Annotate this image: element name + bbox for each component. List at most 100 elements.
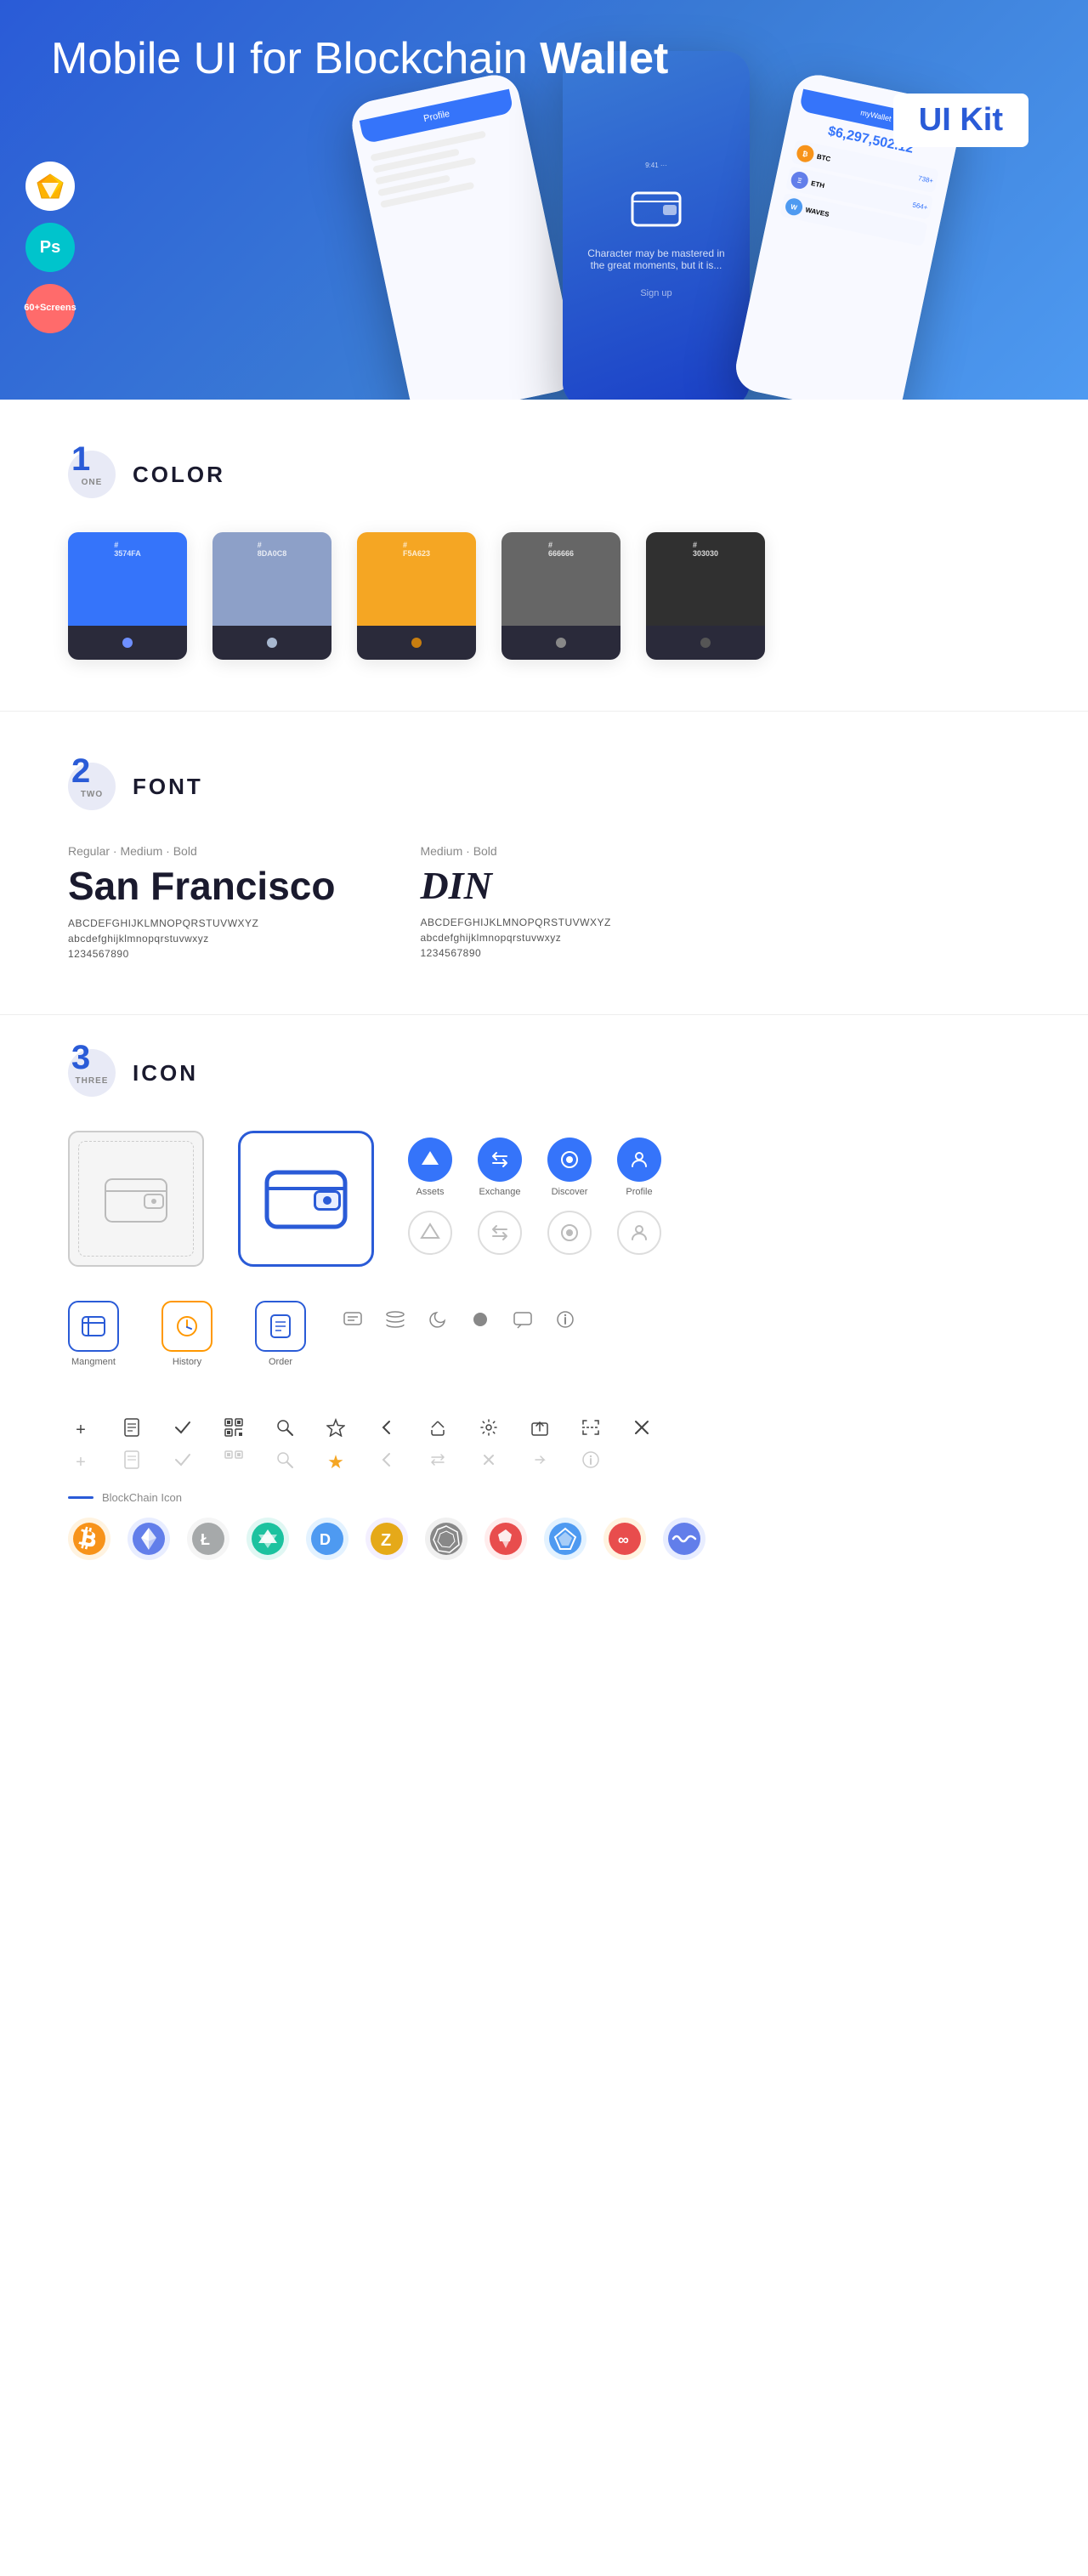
app-icon-history: History (162, 1301, 212, 1367)
hero-section: Mobile UI for Blockchain Wallet UI Kit P… (0, 0, 1088, 400)
din-numbers: 1234567890 (420, 947, 610, 959)
action-icons-filled: + (68, 1418, 1020, 1442)
screens-count: 60+ (24, 303, 40, 314)
icon-discover: Discover (547, 1138, 592, 1197)
font-examples: Regular · Medium · Bold San Francisco AB… (68, 844, 1020, 963)
sf-style-label: Regular · Medium · Bold (68, 844, 335, 858)
icon-scan (578, 1418, 604, 1442)
sketch-badge (26, 162, 75, 211)
icon-section-header: 3 THREE ICON (68, 1049, 1020, 1097)
icon-assets-outline (408, 1211, 452, 1260)
icon-profile-outline (617, 1211, 661, 1260)
icon-profile: Profile (617, 1138, 661, 1197)
ui-kit-badge: UI Kit (893, 94, 1028, 147)
section-number-3: 3 THREE (68, 1049, 116, 1097)
font-title: FONT (133, 774, 203, 800)
crypto-ark (484, 1518, 527, 1560)
color-card-blue: #3574FA (68, 532, 187, 660)
icon-chat (340, 1309, 366, 1335)
icon-plus: + (68, 1421, 94, 1440)
icon-message-bubble (510, 1309, 536, 1335)
app-icons-row: Mangment History Order (68, 1301, 306, 1367)
color-section-header: 1 ONE COLOR (68, 451, 1020, 498)
icon-section: 3 THREE ICON (0, 1015, 1088, 1611)
crypto-waves (663, 1518, 706, 1560)
sf-lowercase: abcdefghijklmnopqrstuvwxyz (68, 933, 335, 945)
phones-mockup: Profile 9:41 ··· Character may be master… (376, 68, 937, 400)
icon-document-outline (119, 1450, 144, 1474)
icon-document (119, 1418, 144, 1442)
icon-qr-outline (221, 1450, 246, 1474)
icon-close (629, 1418, 654, 1442)
icon-plus-outline: + (68, 1453, 94, 1472)
sf-numbers: 1234567890 (68, 948, 335, 960)
screens-badge: 60+ Screens (26, 284, 75, 333)
icon-circle-fill (468, 1309, 493, 1335)
icon-chevron-left (374, 1418, 400, 1442)
color-section: 1 ONE COLOR #3574FA #8DA0C8 #F5A623 #666… (0, 400, 1088, 711)
color-card-medium-gray: #666666 (502, 532, 620, 660)
color-card-gray-blue: #8DA0C8 (212, 532, 332, 660)
hero-title-bold: Wallet (540, 34, 668, 83)
font-din: Medium · Bold DIN ABCDEFGHIJKLMNOPQRSTUV… (420, 844, 610, 963)
sf-uppercase: ABCDEFGHIJKLMNOPQRSTUVWXYZ (68, 917, 335, 929)
din-name: DIN (420, 863, 610, 908)
font-section-header: 2 TWO FONT (68, 763, 1020, 810)
svg-text:Ł: Ł (201, 1531, 210, 1548)
icon-layers (382, 1309, 408, 1335)
icon-share (425, 1418, 450, 1442)
color-card-orange: #F5A623 (357, 532, 476, 660)
crypto-icons: Ł D Z ∞ (68, 1518, 1020, 1560)
icon-upload-box (527, 1418, 552, 1442)
sf-name: San Francisco (68, 863, 335, 909)
app-icon-management: Mangment (68, 1301, 119, 1367)
crypto-grid (425, 1518, 468, 1560)
blockchain-label: BlockChain Icon (68, 1491, 1020, 1504)
icon-assets: Assets (408, 1138, 452, 1197)
crypto-dash: D (306, 1518, 348, 1560)
icon-title: ICON (133, 1060, 198, 1087)
icon-exchange-outline (478, 1211, 522, 1260)
icon-check-outline (170, 1450, 196, 1474)
font-section: 2 TWO FONT Regular · Medium · Bold San F… (0, 712, 1088, 1014)
color-title: COLOR (133, 462, 225, 488)
app-icon-order: Order (255, 1301, 306, 1367)
icon-chevron-left-outline (374, 1450, 400, 1474)
crypto-nano (246, 1518, 289, 1560)
icon-settings (476, 1418, 502, 1442)
crypto-ethereum (128, 1518, 170, 1560)
icon-main-showcase: Assets Exchange Discover (68, 1131, 1020, 1267)
icon-arrows-outline (425, 1450, 450, 1474)
blockchain-text: BlockChain Icon (102, 1491, 182, 1504)
din-uppercase: ABCDEFGHIJKLMNOPQRSTUVWXYZ (420, 916, 610, 928)
crypto-bat: ∞ (604, 1518, 646, 1560)
icon-wireframe-wallet (68, 1131, 204, 1267)
icon-info-outline (578, 1450, 604, 1474)
section-number-1: 1 ONE (68, 451, 116, 498)
hero-title-regular: Mobile UI for Blockchain (51, 34, 540, 83)
crypto-diamond (544, 1518, 586, 1560)
icon-discover-outline (547, 1211, 592, 1260)
icon-search (272, 1418, 298, 1442)
section-number-2: 2 TWO (68, 763, 116, 810)
svg-text:D: D (320, 1531, 331, 1548)
nav-icons-group: Assets Exchange Discover (408, 1138, 661, 1260)
icon-qr (221, 1418, 246, 1442)
din-lowercase: abcdefghijklmnopqrstuvwxyz (420, 932, 610, 944)
crypto-litecoin: Ł (187, 1518, 230, 1560)
phone-center: 9:41 ··· Character may be mastered in th… (563, 51, 750, 400)
din-style-label: Medium · Bold (420, 844, 610, 858)
icon-arrow-right-outline (527, 1450, 552, 1474)
hero-badges: Ps 60+ Screens (26, 162, 75, 333)
svg-text:Z: Z (381, 1531, 391, 1550)
icon-star (323, 1418, 348, 1442)
crypto-bitcoin (68, 1518, 110, 1560)
screens-label: Screens (40, 303, 76, 314)
icon-moon (425, 1309, 450, 1335)
misc-icons (340, 1301, 578, 1335)
icon-info (552, 1309, 578, 1335)
crypto-zcash: Z (366, 1518, 408, 1560)
font-sf: Regular · Medium · Bold San Francisco AB… (68, 844, 335, 963)
icon-check (170, 1418, 196, 1442)
icon-search-outline (272, 1450, 298, 1474)
